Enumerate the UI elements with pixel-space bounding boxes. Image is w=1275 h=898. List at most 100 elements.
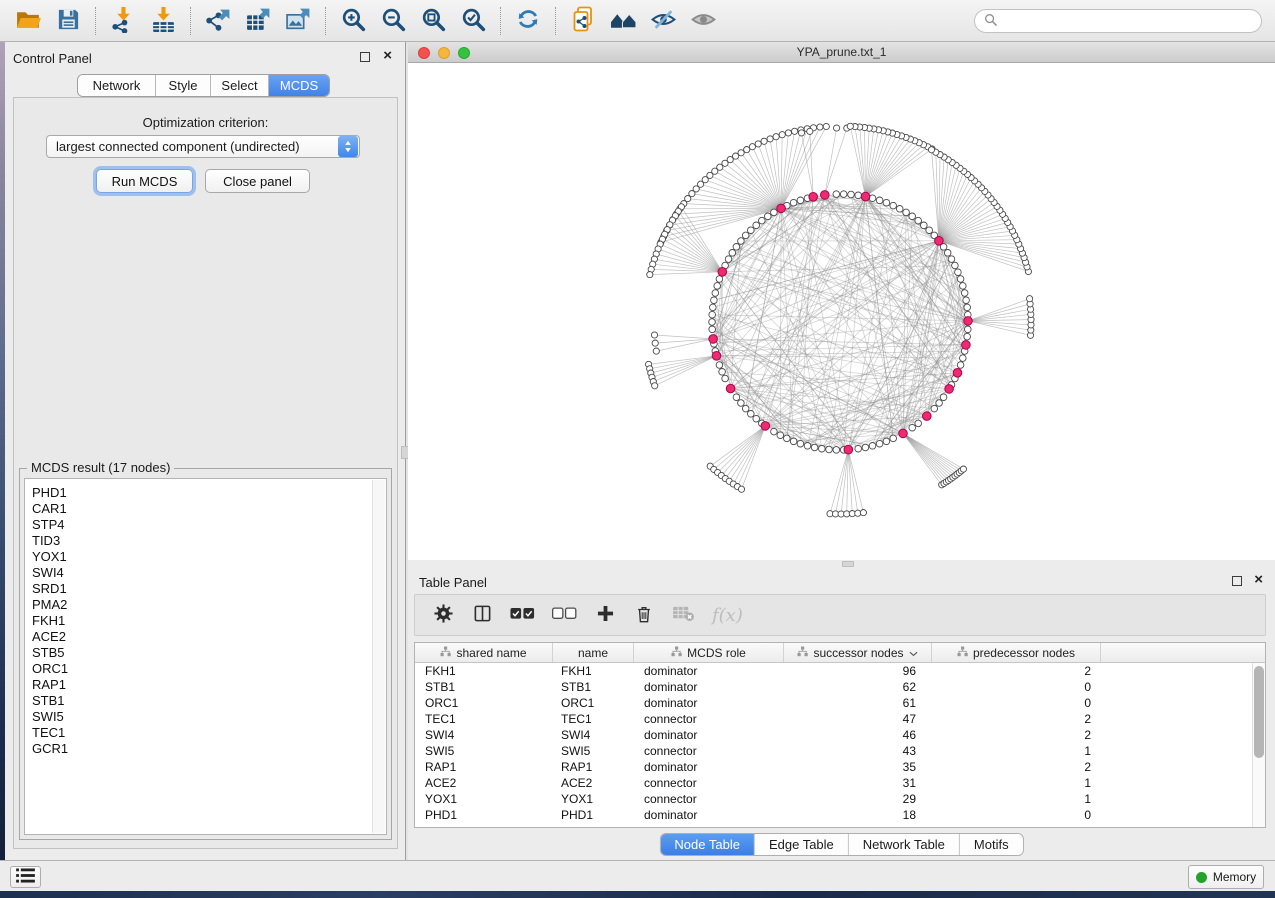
network-hub-node[interactable] [712, 352, 721, 361]
network-edge[interactable] [733, 426, 765, 484]
table-row[interactable]: ORC1ORC1dominator610 [415, 695, 1265, 711]
network-edge[interactable] [903, 433, 953, 477]
network-node[interactable] [653, 348, 659, 354]
mcds-result-item[interactable]: ORC1 [32, 661, 386, 677]
network-node[interactable] [729, 250, 736, 257]
network-edge[interactable] [886, 345, 966, 441]
tab-network-table[interactable]: Network Table [849, 834, 960, 855]
mcds-result-item[interactable]: RAP1 [32, 677, 386, 693]
network-node[interactable] [651, 332, 657, 338]
network-node[interactable] [647, 272, 653, 278]
network-edge[interactable] [662, 239, 722, 272]
network-node[interactable] [753, 415, 760, 422]
network-hub-node[interactable] [777, 204, 786, 213]
network-edge[interactable] [655, 335, 714, 339]
horizontal-split-handle[interactable] [842, 561, 854, 567]
close-panel-icon[interactable]: × [383, 48, 392, 64]
network-edge[interactable] [696, 189, 781, 209]
memory-button[interactable]: Memory [1188, 865, 1264, 889]
hide-selected-button[interactable] [643, 3, 683, 39]
float-panel-icon[interactable] [360, 52, 370, 62]
mcds-result-item[interactable]: ACE2 [32, 629, 386, 645]
network-node[interactable] [807, 128, 813, 134]
network-node[interactable] [855, 445, 862, 452]
network-node[interactable] [738, 238, 745, 245]
mcds-result-item[interactable]: TID3 [32, 533, 386, 549]
network-node[interactable] [964, 304, 971, 311]
network-edge[interactable] [710, 426, 765, 466]
run-mcds-button[interactable]: Run MCDS [96, 169, 193, 193]
network-node[interactable] [719, 369, 726, 376]
network-edge[interactable] [718, 426, 766, 473]
network-hub-node[interactable] [923, 412, 932, 421]
network-edge[interactable] [903, 433, 955, 475]
network-node[interactable] [826, 446, 833, 453]
network-node[interactable] [855, 192, 862, 199]
mcds-result-item[interactable]: PHD1 [32, 485, 386, 501]
zoom-out-button[interactable] [373, 3, 413, 39]
network-edge[interactable] [714, 426, 766, 470]
delete-column-button[interactable] [633, 605, 655, 626]
network-node[interactable] [896, 206, 903, 213]
network-node[interactable] [921, 222, 928, 229]
network-node[interactable] [876, 197, 883, 204]
network-node[interactable] [948, 256, 955, 263]
network-node[interactable] [652, 340, 658, 346]
network-node[interactable] [725, 256, 732, 263]
network-edge[interactable] [968, 321, 1031, 330]
network-node[interactable] [915, 420, 922, 427]
column-header-successor-nodes[interactable]: successor nodes [784, 643, 932, 662]
window-close-icon[interactable] [418, 47, 430, 59]
network-node[interactable] [748, 227, 755, 234]
network-node[interactable] [862, 444, 869, 451]
network-edge[interactable] [932, 150, 939, 241]
network-window-titlebar[interactable]: YPA_prune.txt_1 [408, 42, 1275, 63]
network-node[interactable] [777, 432, 784, 439]
network-node[interactable] [767, 136, 773, 142]
network-edge[interactable] [737, 426, 765, 487]
network-node[interactable] [784, 435, 791, 442]
network-node[interactable] [716, 276, 723, 283]
mcds-result-item[interactable]: STB5 [32, 645, 386, 661]
network-node[interactable] [940, 394, 947, 401]
network-node[interactable] [771, 428, 778, 435]
table-row[interactable]: PHD1PHD1dominator180 [415, 807, 1265, 823]
network-node[interactable] [869, 443, 876, 450]
search-input[interactable] [1002, 12, 1261, 30]
network-node[interactable] [797, 440, 804, 447]
table-row[interactable]: TEC1TEC1connector472 [415, 711, 1265, 727]
mcds-result-item[interactable]: TEC1 [32, 725, 386, 741]
close-panel-button[interactable]: Close panel [205, 169, 310, 193]
network-node[interactable] [738, 400, 745, 407]
table-scrollbar[interactable] [1252, 663, 1265, 827]
horizontal-split-divider[interactable] [408, 560, 1275, 568]
save-session-button[interactable] [48, 3, 88, 39]
deselect-all-button[interactable] [552, 607, 577, 623]
network-node[interactable] [961, 290, 968, 297]
network-node[interactable] [1027, 296, 1033, 302]
network-hub-node[interactable] [953, 369, 962, 378]
network-node[interactable] [771, 209, 778, 216]
network-hub-node[interactable] [844, 445, 853, 454]
network-edge[interactable] [903, 433, 963, 469]
network-node[interactable] [761, 138, 767, 144]
network-node[interactable] [817, 124, 823, 130]
network-node[interactable] [744, 147, 750, 153]
network-node[interactable] [890, 202, 897, 209]
network-node[interactable] [960, 355, 967, 362]
network-canvas[interactable] [408, 63, 1275, 560]
network-node[interactable] [964, 333, 971, 340]
network-hub-node[interactable] [935, 237, 944, 246]
network-node[interactable] [779, 132, 785, 138]
network-hub-node[interactable] [964, 317, 973, 326]
network-edge[interactable] [655, 356, 717, 386]
zoom-in-button[interactable] [333, 3, 373, 39]
network-edge[interactable] [858, 195, 939, 241]
network-node[interactable] [652, 383, 658, 389]
tab-node-table[interactable]: Node Table [660, 834, 755, 855]
network-edge[interactable] [741, 153, 781, 209]
network-node[interactable] [963, 297, 970, 304]
tab-select[interactable]: Select [211, 75, 269, 96]
network-node[interactable] [833, 191, 840, 198]
mcds-result-item[interactable]: PMA2 [32, 597, 386, 613]
